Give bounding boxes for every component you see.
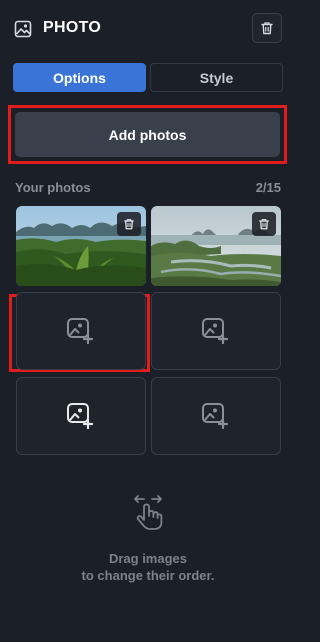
trash-icon xyxy=(261,22,273,35)
empty-photo-slot[interactable] xyxy=(151,292,281,370)
drag-hint-text: Drag images to change their order. xyxy=(0,550,296,584)
trash-icon xyxy=(259,219,269,230)
tab-bar: Options Style xyxy=(13,63,283,92)
tab-options[interactable]: Options xyxy=(13,63,146,92)
add-image-icon xyxy=(202,403,229,430)
your-photos-label: Your photos xyxy=(15,180,91,195)
empty-photo-slot[interactable] xyxy=(16,377,146,455)
photo-tile[interactable] xyxy=(151,206,281,286)
empty-photo-slot[interactable] xyxy=(16,292,146,370)
drag-hint-line1: Drag images xyxy=(108,551,188,566)
photo-panel: PHOTO Options Style Add photos Your phot… xyxy=(0,0,296,642)
photos-count: 2/15 xyxy=(255,180,281,195)
image-icon xyxy=(14,20,32,38)
drag-hand-icon xyxy=(134,495,163,530)
add-image-icon xyxy=(67,403,94,430)
add-image-icon xyxy=(67,318,94,345)
trash-icon xyxy=(124,219,134,230)
delete-photo-button[interactable] xyxy=(117,212,141,236)
tab-style[interactable]: Style xyxy=(150,63,283,92)
empty-photo-slot[interactable] xyxy=(151,377,281,455)
add-photos-button[interactable]: Add photos xyxy=(15,112,280,157)
drag-hint-line2: to change their order. xyxy=(81,568,215,583)
add-image-icon xyxy=(202,318,229,345)
add-photos-highlight: Add photos xyxy=(8,105,287,164)
panel-header: PHOTO xyxy=(0,12,296,46)
photo-tile[interactable] xyxy=(16,206,146,286)
panel-title: PHOTO xyxy=(43,19,102,36)
delete-photo-button[interactable] xyxy=(252,212,276,236)
delete-widget-button[interactable] xyxy=(252,13,282,43)
